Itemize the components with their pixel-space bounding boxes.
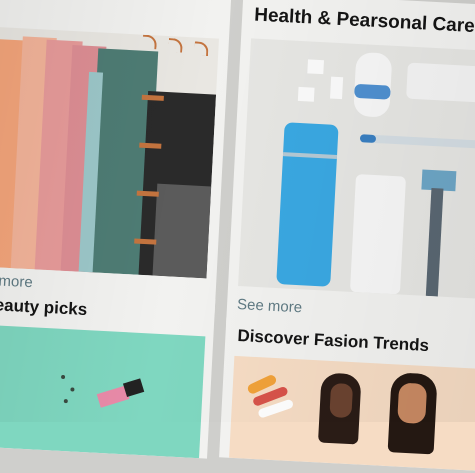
folder-grey — [152, 183, 212, 279]
home-card[interactable]: e more — [0, 0, 233, 317]
toothbrush — [361, 134, 475, 150]
health-see-more-link[interactable]: See more — [237, 296, 303, 316]
tab-3 — [136, 190, 159, 197]
beauty-card[interactable]: eauty picks — [0, 286, 216, 459]
health-card-title: Health & Pearsonal Care — [253, 4, 475, 38]
fashion-card[interactable]: Discover Fasion Trends — [219, 317, 475, 471]
razor-handle — [425, 187, 444, 297]
tab-2 — [139, 142, 162, 149]
lipstick-cap — [122, 378, 145, 397]
health-products-image[interactable] — [238, 38, 475, 300]
dot-2 — [70, 387, 75, 392]
tab-1 — [141, 94, 164, 101]
toothbrush-head — [359, 134, 377, 144]
page-canvas: e more Health & Pearsonal Care See more … — [0, 0, 475, 471]
dot-1 — [60, 374, 66, 380]
blue-bottle — [276, 122, 339, 287]
fashion-image[interactable] — [229, 355, 475, 471]
cotton-pad-1 — [307, 59, 325, 75]
folders-image[interactable] — [0, 27, 219, 279]
white-bottle — [349, 174, 407, 295]
beauty-image[interactable] — [0, 324, 206, 459]
model-2-face — [397, 382, 428, 424]
health-card[interactable]: Health & Pearsonal Care See more — [225, 0, 475, 340]
hook-2 — [168, 38, 183, 53]
cotton-pad-2 — [297, 86, 315, 102]
white-tube — [406, 62, 475, 104]
blue-ring — [354, 83, 391, 100]
hook-1 — [142, 34, 158, 50]
hook-3 — [194, 41, 209, 57]
dot-3 — [63, 399, 68, 404]
model-1-face — [329, 383, 354, 419]
fashion-card-title: Discover Fasion Trends — [236, 326, 430, 356]
beauty-card-title: eauty picks — [0, 295, 88, 320]
cotton-pad-3 — [330, 76, 344, 100]
